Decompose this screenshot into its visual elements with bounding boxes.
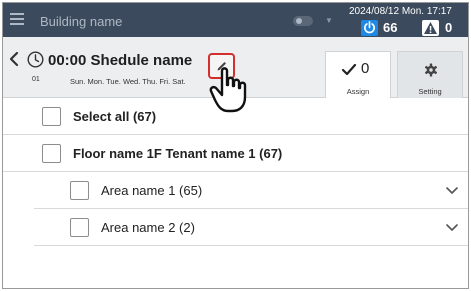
area-checkbox[interactable] [70,181,89,200]
app-window: Building name ▼ 2024/08/12 Mon. 17:17 66… [2,2,469,289]
power-count: 66 [383,20,398,35]
tab-setting[interactable]: Setting [397,51,463,98]
tab-label: Assign [346,87,370,96]
datetime: 2024/08/12 Mon. 17:17 [349,6,452,17]
assign-count: 0 [361,60,370,77]
schedule-days: Sun. Mon. Tue. Wed. Thu. Fri. Sat. [70,77,186,86]
schedule-title: 00:00 Shedule name [48,52,192,69]
dropdown-caret-icon[interactable]: ▼ [325,16,333,25]
schedule-time: 00:00 [48,52,87,69]
list-item[interactable]: Area name 1 (65) [34,172,468,209]
top-bar: Building name ▼ 2024/08/12 Mon. 17:17 66… [3,3,468,37]
area-label: Area name 2 (2) [101,220,195,235]
power-icon [361,20,378,36]
list-item[interactable]: Area name 2 (2) [34,209,468,246]
floor-label: Floor name 1F Tenant name 1 (67) [73,146,283,161]
schedule-number: 01 [32,76,40,83]
check-icon [341,63,357,76]
back-chevron-icon[interactable] [9,51,19,72]
area-checkbox[interactable] [70,218,89,237]
area-label: Area name 1 (65) [101,183,203,198]
select-all-checkbox[interactable] [42,107,61,126]
gear-icon [424,63,438,77]
hand-pointer-icon [208,65,250,118]
clock-icon [27,51,44,73]
tab-label: Setting [418,87,442,96]
floor-checkbox[interactable] [42,144,61,163]
select-all-label: Select all (67) [73,109,157,124]
alarm-count: 0 [445,20,453,35]
toggle-icon[interactable] [293,16,313,26]
chevron-down-icon[interactable] [446,224,458,232]
hamburger-icon[interactable] [10,13,24,25]
building-name[interactable]: Building name [40,14,122,29]
chevron-down-icon[interactable] [446,187,458,195]
tab-assign[interactable]: 0 Assign [325,51,391,98]
floor-row[interactable]: Floor name 1F Tenant name 1 (67) [3,135,468,172]
schedule-name: Shedule name [90,52,193,69]
alarm-warning-icon [422,20,439,36]
